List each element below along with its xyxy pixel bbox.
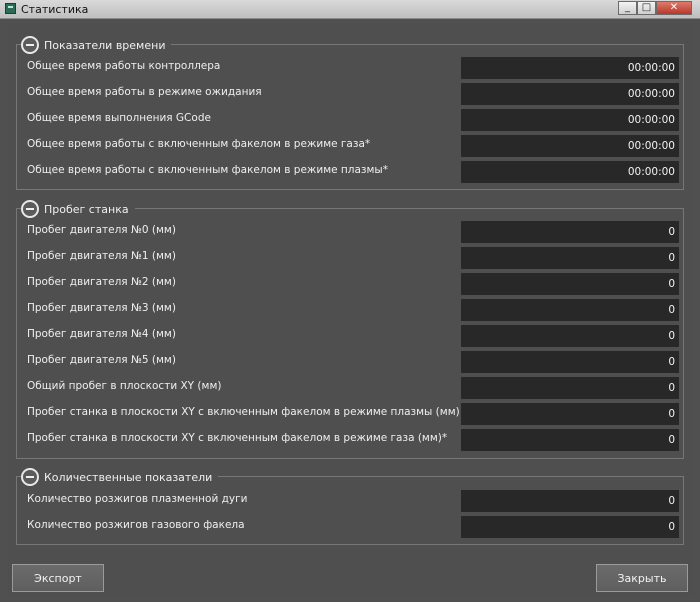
list-item: Количество розжигов газового факела 0 (27, 516, 679, 538)
maximize-button[interactable]: □ (637, 1, 656, 15)
row-value: 00:00:00 (461, 83, 679, 105)
collapse-icon[interactable] (21, 200, 39, 218)
row-label: Пробег двигателя №4 (мм) (27, 328, 176, 340)
title-bar[interactable]: Статистика _ □ ✕ (0, 0, 700, 19)
list-item: Общее время работы с включенным факелом … (27, 161, 679, 183)
list-item: Общее время выполнения GCode 00:00:00 (27, 109, 679, 131)
statistics-window: Статистика _ □ ✕ Показатели времени Обще… (0, 0, 700, 602)
close-button[interactable]: Закрыть (596, 564, 688, 592)
group-quantitative-metrics: Количественные показатели Количество роз… (16, 468, 684, 545)
list-item: Пробег двигателя №5 (мм) 0 (27, 351, 679, 373)
row-value: 0 (461, 351, 679, 373)
list-item: Общее время работы с включенным факелом … (27, 135, 679, 157)
close-window-button[interactable]: ✕ (656, 1, 692, 15)
window-title: Статистика (21, 3, 89, 16)
row-label: Общее время работы в режиме ожидания (27, 86, 262, 98)
list-item: Пробег двигателя №4 (мм) 0 (27, 325, 679, 347)
export-button[interactable]: Экспорт (12, 564, 104, 592)
row-value: 0 (461, 247, 679, 269)
row-value: 0 (461, 516, 679, 538)
list-item: Пробег двигателя №2 (мм) 0 (27, 273, 679, 295)
row-label: Пробег двигателя №3 (мм) (27, 302, 176, 314)
row-label: Общее время работы с включенным факелом … (27, 164, 388, 176)
group-machine-mileage: Пробег станка Пробег двигателя №0 (мм) 0… (16, 200, 684, 459)
group-header: Показатели времени (21, 36, 172, 54)
row-label: Пробег двигателя №2 (мм) (27, 276, 176, 288)
window-content: Показатели времени Общее время работы ко… (7, 25, 693, 596)
list-item: Пробег двигателя №3 (мм) 0 (27, 299, 679, 321)
row-label: Количество розжигов газового факела (27, 519, 245, 531)
row-value: 0 (461, 490, 679, 512)
row-value: 0 (461, 403, 679, 425)
list-item: Пробег двигателя №0 (мм) 0 (27, 221, 679, 243)
row-label: Пробег станка в плоскости XY с включенны… (27, 432, 448, 444)
row-value: 0 (461, 429, 679, 451)
row-value: 00:00:00 (461, 161, 679, 183)
group-title: Количественные показатели (44, 470, 213, 484)
window-controls: _ □ ✕ (618, 1, 692, 15)
group-title: Пробег станка (44, 202, 129, 216)
list-item: Пробег станка в плоскости XY с включенны… (27, 403, 679, 425)
group-header: Количественные показатели (21, 468, 219, 486)
group-time-metrics: Показатели времени Общее время работы ко… (16, 36, 684, 190)
row-value: 00:00:00 (461, 135, 679, 157)
row-label: Общий пробег в плоскости XY (мм) (27, 380, 222, 392)
row-label: Пробег станка в плоскости XY с включенны… (27, 406, 460, 418)
row-label: Пробег двигателя №1 (мм) (27, 250, 176, 262)
row-value: 0 (461, 377, 679, 399)
group-title: Показатели времени (44, 38, 166, 52)
row-value: 00:00:00 (461, 109, 679, 131)
group-header: Пробег станка (21, 200, 135, 218)
list-item: Пробег станка в плоскости XY с включенны… (27, 429, 679, 451)
row-label: Общее время работы с включенным факелом … (27, 138, 371, 150)
list-item: Количество розжигов плазменной дуги 0 (27, 490, 679, 512)
row-value: 0 (461, 273, 679, 295)
row-value: 0 (461, 325, 679, 347)
minimize-button[interactable]: _ (618, 1, 637, 15)
row-label: Общее время выполнения GCode (27, 112, 211, 124)
list-item: Пробег двигателя №1 (мм) 0 (27, 247, 679, 269)
list-item: Общее время работы в режиме ожидания 00:… (27, 83, 679, 105)
row-value: 0 (461, 221, 679, 243)
row-label: Количество розжигов плазменной дуги (27, 493, 248, 505)
list-item: Общий пробег в плоскости XY (мм) 0 (27, 377, 679, 399)
row-label: Общее время работы контроллера (27, 60, 221, 72)
row-value: 00:00:00 (461, 57, 679, 79)
list-item: Общее время работы контроллера 00:00:00 (27, 57, 679, 79)
row-label: Пробег двигателя №0 (мм) (27, 224, 176, 236)
row-label: Пробег двигателя №5 (мм) (27, 354, 176, 366)
collapse-icon[interactable] (21, 468, 39, 486)
app-icon (5, 3, 16, 14)
row-value: 0 (461, 299, 679, 321)
collapse-icon[interactable] (21, 36, 39, 54)
